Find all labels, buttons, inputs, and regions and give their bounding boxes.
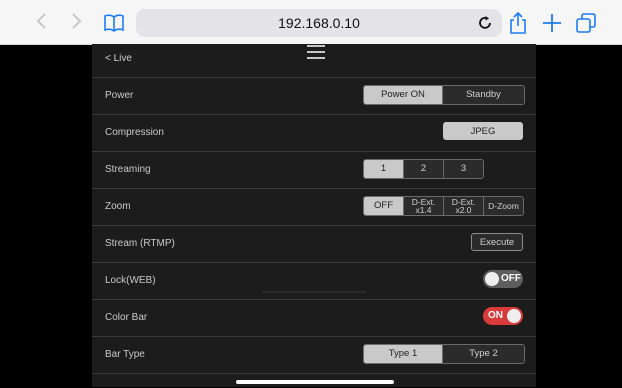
zoom-off-option[interactable]: OFF [364, 197, 403, 215]
stream-rtmp-label: Stream (RTMP) [105, 238, 175, 249]
power-on-option[interactable]: Power ON [364, 86, 442, 104]
toggle-knob [507, 309, 521, 323]
setting-row-compression: Compression JPEG [92, 114, 536, 152]
bookmarks-icon[interactable] [103, 12, 125, 34]
zoom-dext-x20-line2: x2.0 [455, 205, 472, 215]
bar-type-label: Bar Type [105, 349, 145, 360]
scroll-hint-bar [262, 291, 366, 293]
type-2-option[interactable]: Type 2 [442, 345, 524, 363]
execute-button[interactable]: Execute [471, 233, 523, 251]
type-1-option[interactable]: Type 1 [364, 345, 442, 363]
lock-web-label: Lock(WEB) [105, 275, 156, 286]
back-to-live-link[interactable]: < Live [105, 53, 132, 64]
power-label: Power [105, 90, 134, 101]
setting-row-color-bar: Color Bar ON [92, 299, 536, 337]
plus-icon[interactable] [541, 12, 563, 34]
setting-row-zoom: Zoom OFF D-Ext. x1.4 D-Ext. x2.0 D-Zoom [92, 188, 536, 226]
zoom-dzoom-option[interactable]: D-Zoom [483, 197, 523, 215]
reload-icon[interactable] [476, 14, 494, 32]
home-indicator[interactable] [236, 380, 394, 384]
lock-web-state: OFF [501, 273, 521, 284]
color-bar-state: ON [488, 310, 503, 321]
setting-row-lock-web: Lock(WEB) OFF [92, 262, 536, 300]
zoom-dext-x20-option[interactable]: D-Ext. x2.0 [443, 197, 483, 215]
jpeg-button[interactable]: JPEG [443, 122, 523, 140]
url-text: 192.168.0.10 [278, 15, 360, 31]
power-selector: Power ON Standby [363, 85, 525, 105]
zoom-dext-x14-option[interactable]: D-Ext. x1.4 [403, 197, 443, 215]
share-icon[interactable] [507, 11, 529, 34]
settings-page: < Live Power Power ON Standby Compressio… [92, 44, 536, 387]
stream-1-option[interactable]: 1 [364, 160, 403, 178]
zoom-selector: OFF D-Ext. x1.4 D-Ext. x2.0 D-Zoom [363, 196, 524, 216]
setting-row-stream-rtmp: Stream (RTMP) Execute [92, 225, 536, 263]
lock-web-toggle[interactable]: OFF [483, 270, 523, 288]
setting-row-bar-type: Bar Type Type 1 Type 2 [92, 336, 536, 373]
chevron-left-icon[interactable] [32, 11, 52, 31]
browser-toolbar: 192.168.0.10 [0, 0, 622, 45]
color-bar-toggle[interactable]: ON [483, 307, 523, 325]
toggle-knob [485, 272, 499, 286]
setting-row-power: Power Power ON Standby [92, 77, 536, 115]
streaming-selector: 1 2 3 [363, 159, 484, 179]
address-bar[interactable]: 192.168.0.10 [136, 9, 502, 37]
color-bar-label: Color Bar [105, 312, 148, 323]
stream-2-option[interactable]: 2 [403, 160, 443, 178]
zoom-off-label: OFF [374, 200, 393, 211]
zoom-dzoom-label: D-Zoom [488, 201, 519, 211]
compression-label: Compression [105, 127, 164, 138]
zoom-dext-x14-line2: x1.4 [415, 205, 432, 215]
standby-option[interactable]: Standby [442, 86, 524, 104]
chevron-right-icon[interactable] [66, 11, 86, 31]
stream-3-option[interactable]: 3 [443, 160, 483, 178]
streaming-label: Streaming [105, 164, 151, 175]
tabs-icon[interactable] [575, 12, 597, 34]
zoom-label: Zoom [105, 201, 131, 212]
hamburger-menu-icon[interactable] [306, 44, 326, 60]
setting-row-streaming: Streaming 1 2 3 [92, 151, 536, 189]
bar-type-selector: Type 1 Type 2 [363, 344, 525, 364]
